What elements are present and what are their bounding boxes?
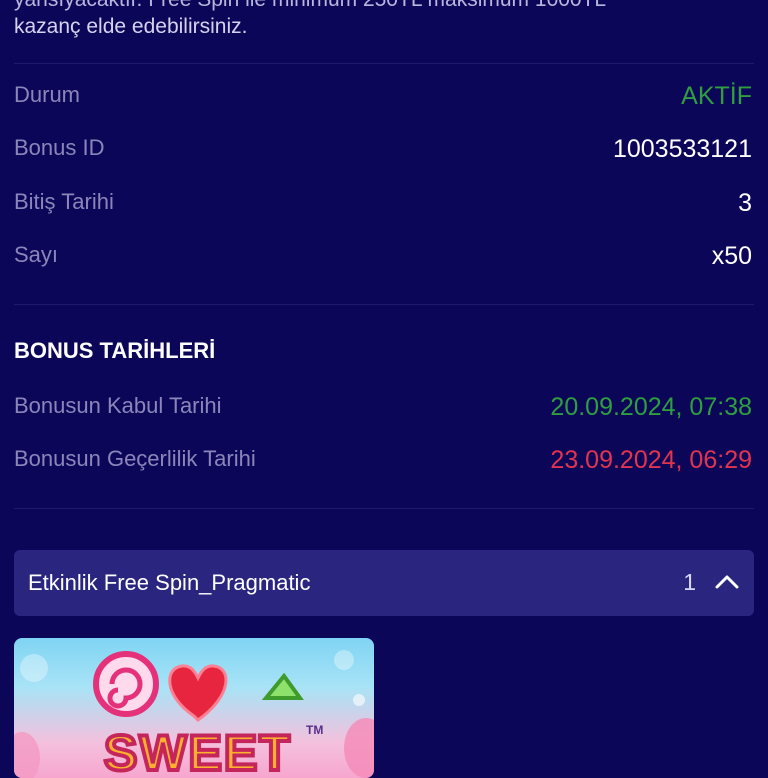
description-line-1: yansıyacaktır. Free Spin ile minimum 250… xyxy=(14,0,754,13)
detail-row-count: Sayı x50 xyxy=(14,242,752,282)
game-logo-text: SWEET xyxy=(104,725,292,778)
bonus-id-value: 1003533121 xyxy=(612,135,752,163)
end-date-value: 3 xyxy=(738,189,752,217)
bonus-description: yansıyacaktır. Free Spin ile minimum 250… xyxy=(14,0,754,40)
status-value: AKTİF xyxy=(681,82,752,110)
accepted-date-value: 20.09.2024, 07:38 xyxy=(550,393,752,421)
free-spin-accordion[interactable]: Etkinlik Free Spin_Pragmatic 1 xyxy=(14,550,754,616)
description-line-2: kazanç elde edebilirsiniz. xyxy=(14,15,248,38)
detail-row-status: Durum AKTİF xyxy=(14,82,752,122)
count-label: Sayı xyxy=(14,242,59,267)
chevron-up-icon[interactable] xyxy=(712,567,742,597)
accepted-date-label: Bonusun Kabul Tarihi xyxy=(14,393,222,418)
date-row-validity: Bonusun Geçerlilik Tarihi 23.09.2024, 06… xyxy=(14,446,752,486)
divider xyxy=(14,508,754,509)
detail-row-end-date: Bitiş Tarihi 3 xyxy=(14,189,752,229)
date-row-accepted: Bonusun Kabul Tarihi 20.09.2024, 07:38 xyxy=(14,393,752,433)
status-label: Durum xyxy=(14,82,81,107)
divider xyxy=(14,304,754,305)
end-date-label: Bitiş Tarihi xyxy=(14,189,114,214)
bonus-id-label: Bonus ID xyxy=(14,135,105,160)
divider xyxy=(14,63,754,64)
validity-date-label: Bonusun Geçerlilik Tarihi xyxy=(14,446,256,471)
game-thumbnail-card[interactable]: SWEET TM xyxy=(14,638,374,778)
detail-row-bonus-id: Bonus ID 1003533121 xyxy=(14,135,752,175)
bonus-dates-title: BONUS TARİHLERİ xyxy=(14,338,216,363)
count-value: x50 xyxy=(711,242,752,270)
trademark-mark: TM xyxy=(306,723,323,737)
validity-date-value: 23.09.2024, 06:29 xyxy=(550,446,752,474)
sweet-bonanza-thumbnail: SWEET TM xyxy=(14,650,374,778)
accordion-count: 1 xyxy=(683,569,696,595)
accordion-title: Etkinlik Free Spin_Pragmatic xyxy=(28,570,311,595)
